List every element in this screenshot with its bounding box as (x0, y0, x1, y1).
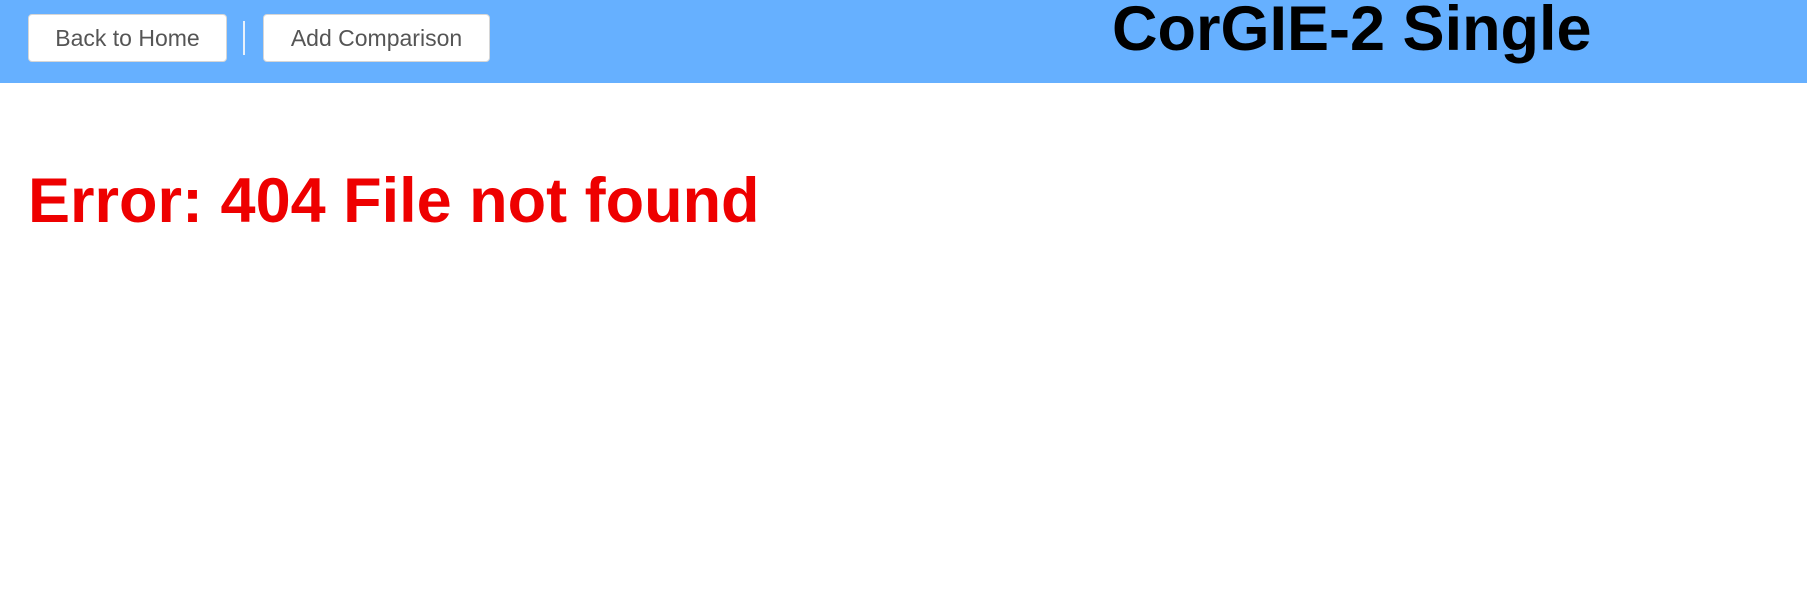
top-header-bar: Back to Home Add Comparison CorGIE-2 Sin… (0, 0, 1807, 83)
header-divider (243, 21, 245, 55)
error-message: Error: 404 File not found (28, 166, 760, 236)
back-to-home-button[interactable]: Back to Home (28, 14, 227, 62)
app-title: CorGIE-2 Single (1112, 0, 1592, 64)
add-comparison-button[interactable]: Add Comparison (263, 14, 490, 62)
